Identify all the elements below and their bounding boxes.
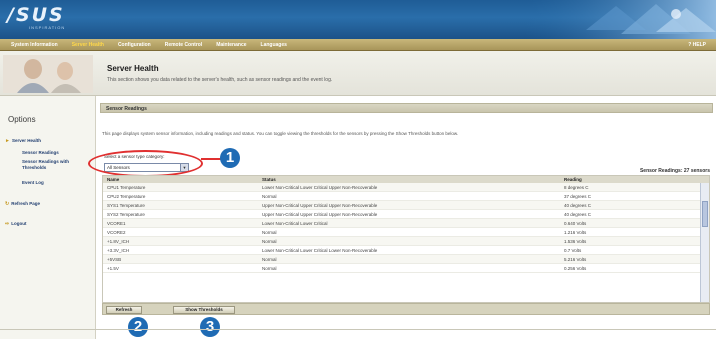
sidebar-item-logout[interactable]: ⇨ Logout [5,221,26,227]
nav-configuration[interactable]: Configuration [111,39,158,51]
cell-name: VCORE2 [107,230,126,235]
table-row: +3.3V_ICH Lower Non-Critical Lower Critic… [103,246,709,255]
cell-name: +3.3V_ICH [107,248,130,253]
scrollbar-thumb[interactable] [702,201,708,227]
table-scrollbar[interactable] [700,183,709,302]
cell-name: CPU2 Temperature [107,194,146,199]
logo-tagline: INSPIRATION [29,25,66,30]
callout-3: 3 [200,317,220,337]
logout-icon: ⇨ [5,221,10,227]
cell-name: +1.5V [107,266,119,271]
sidebar-item-sensor-readings-thresholds[interactable]: Sensor Readings with Thresholds [22,159,86,170]
table-row: CPU2 Temperature Normal 37 degrees C [103,192,709,201]
cell-status: Lower Non-Critical Lower Critical [262,221,328,226]
table-row: VCORE2 Normal 1.216 Volts [103,228,709,237]
sidebar-item-label: Logout [11,221,27,226]
table-header: Name Status Reading [103,176,709,183]
bottom-divider [0,329,716,330]
highlight-oval [88,150,203,177]
cell-name: CPU1 Temperature [107,185,146,190]
sidebar-item-server-health[interactable]: ► Server Health [5,138,41,144]
cell-reading: 0.256 Volts [564,266,587,271]
decorative-header-graphic [526,0,716,39]
column-header[interactable]: Reading [560,176,700,183]
table-row: VCORE1 Lower Non-Critical Lower Critical 0… [103,219,709,228]
callout-connector [201,158,221,160]
cell-reading: 1.216 Volts [564,230,587,235]
nav-server-health[interactable]: Server Health [65,39,111,51]
arrow-icon: ► [5,138,10,144]
page-description: This section shows you data related to t… [107,77,333,83]
cell-status: Normal [262,230,277,235]
cell-reading: 8 degrees C [564,185,589,190]
cell-name: +1.8V_ICH [107,239,130,244]
column-header[interactable]: Name [103,176,258,183]
nav-remote-control[interactable]: Remote Control [158,39,210,51]
cell-status: Normal [262,266,277,271]
cell-status: Upper Non-Critical Upper Critical Upper … [262,203,378,208]
button-bar: Refresh Show Thresholds [102,303,710,315]
sidebar: Options ► Server Health Sensor Readings S… [0,96,96,339]
cell-reading: 1.536 Volts [564,239,587,244]
cell-name: SYS1 Temperature [107,203,145,208]
table-row: +5VSB Normal 5.216 Volts [103,255,709,264]
cell-reading: 37 degrees C [564,194,592,199]
cell-status: Normal [262,239,277,244]
callout-2: 2 [128,317,148,337]
show-thresholds-button[interactable]: Show Thresholds [173,306,235,314]
intro-text: This page displays system sensor informa… [102,131,459,136]
table-row: CPU1 Temperature Lower Non-Critical Lower… [103,183,709,192]
nav-system-information[interactable]: System Information [4,39,65,51]
table-row: +1.5V Normal 0.256 Volts [103,264,709,273]
nav-languages[interactable]: Languages [254,39,294,51]
sidebar-item-label: Refresh Page [11,201,40,206]
cell-name: +5VSB [107,257,122,262]
sidebar-item-refresh-page[interactable]: ↻ Refresh Page [5,201,40,207]
cell-reading: 40 degrees C [564,212,592,217]
sensor-count: Sensor Readings: 27 sensors [639,168,710,174]
sidebar-item-label: Server Health [11,138,41,143]
refresh-button[interactable]: Refresh [106,306,142,314]
sidebar-item-event-log[interactable]: Event Log [22,180,44,186]
logo-wordmark: /SUS [7,4,65,26]
sidebar-item-sensor-readings[interactable]: Sensor Readings [22,150,59,156]
table-row: SYS1 Temperature Upper Non-Critical Upper… [103,201,709,210]
column-header[interactable]: Status [258,176,560,183]
help-link[interactable]: ? HELP [688,39,706,51]
main-content: Sensor Readings This page displays syste… [88,96,713,339]
cell-name: VCORE1 [107,221,126,226]
cell-reading: 0.640 Volts [564,221,587,226]
top-navigation: System Information Server Health Configu… [0,39,716,51]
cell-name: SYS2 Temperature [107,212,145,217]
table-body: CPU1 Temperature Lower Non-Critical Lower… [103,183,709,273]
nav-maintenance[interactable]: Maintenance [209,39,253,51]
sensor-table: Name Status Reading CPU1 Temperature Lowe… [102,175,710,303]
cell-status: Normal [262,257,277,262]
header-bar: /SUS INSPIRATION [0,0,716,39]
asus-logo: /SUS INSPIRATION [7,5,65,30]
cell-status: Lower Non-Critical Lower Critical Upper … [262,185,378,190]
cell-status: Lower Non-Critical Lower Critical Lower … [262,248,378,253]
options-title: Options [8,115,36,124]
cell-reading: 5.216 Volts [564,257,587,262]
page-title: Server Health [107,64,159,73]
cell-status: Normal [262,194,277,199]
cell-status: Upper Non-Critical Upper Critical Upper … [262,212,378,217]
section-header: Sensor Readings [100,103,713,113]
page-banner: Server Health This section shows you dat… [0,51,716,96]
callout-1: 1 [220,148,240,168]
refresh-icon: ↻ [5,201,10,207]
cell-reading: 40 degrees C [564,203,592,208]
section-title: Sensor Readings [106,106,147,112]
table-row: +1.8V_ICH Normal 1.536 Volts [103,237,709,246]
table-row: SYS2 Temperature Upper Non-Critical Upper… [103,210,709,219]
cell-reading: 0.7 Volts [564,248,582,253]
banner-photo [3,55,93,93]
